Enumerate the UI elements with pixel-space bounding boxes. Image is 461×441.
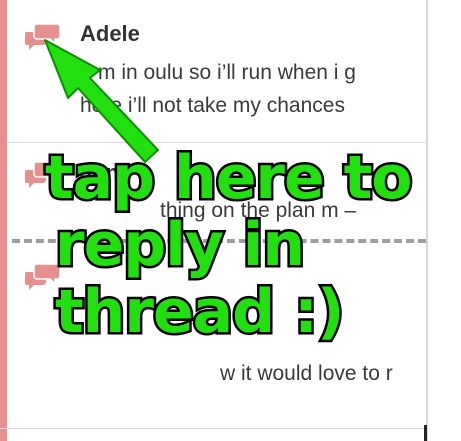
cursor-mark: [424, 425, 427, 441]
reply-in-thread-icon[interactable]: [25, 22, 63, 52]
channel-color-strip: [0, 0, 7, 441]
scroll-edge: [426, 0, 428, 441]
message-author: Adele: [80, 21, 140, 46]
message-text-line: here i’ll not take my chances: [80, 94, 345, 117]
annotation-line: tap here to: [43, 142, 415, 214]
annotation-line: reply in: [53, 209, 308, 281]
message-text-line: m in oulu so i’ll run when i g: [98, 61, 356, 84]
message-divider: [0, 428, 426, 429]
annotation-line: thread :): [53, 276, 347, 348]
message-text-line: w it would love to r: [220, 362, 393, 385]
annotation-callout: tap here to reply in thread :): [43, 142, 415, 348]
